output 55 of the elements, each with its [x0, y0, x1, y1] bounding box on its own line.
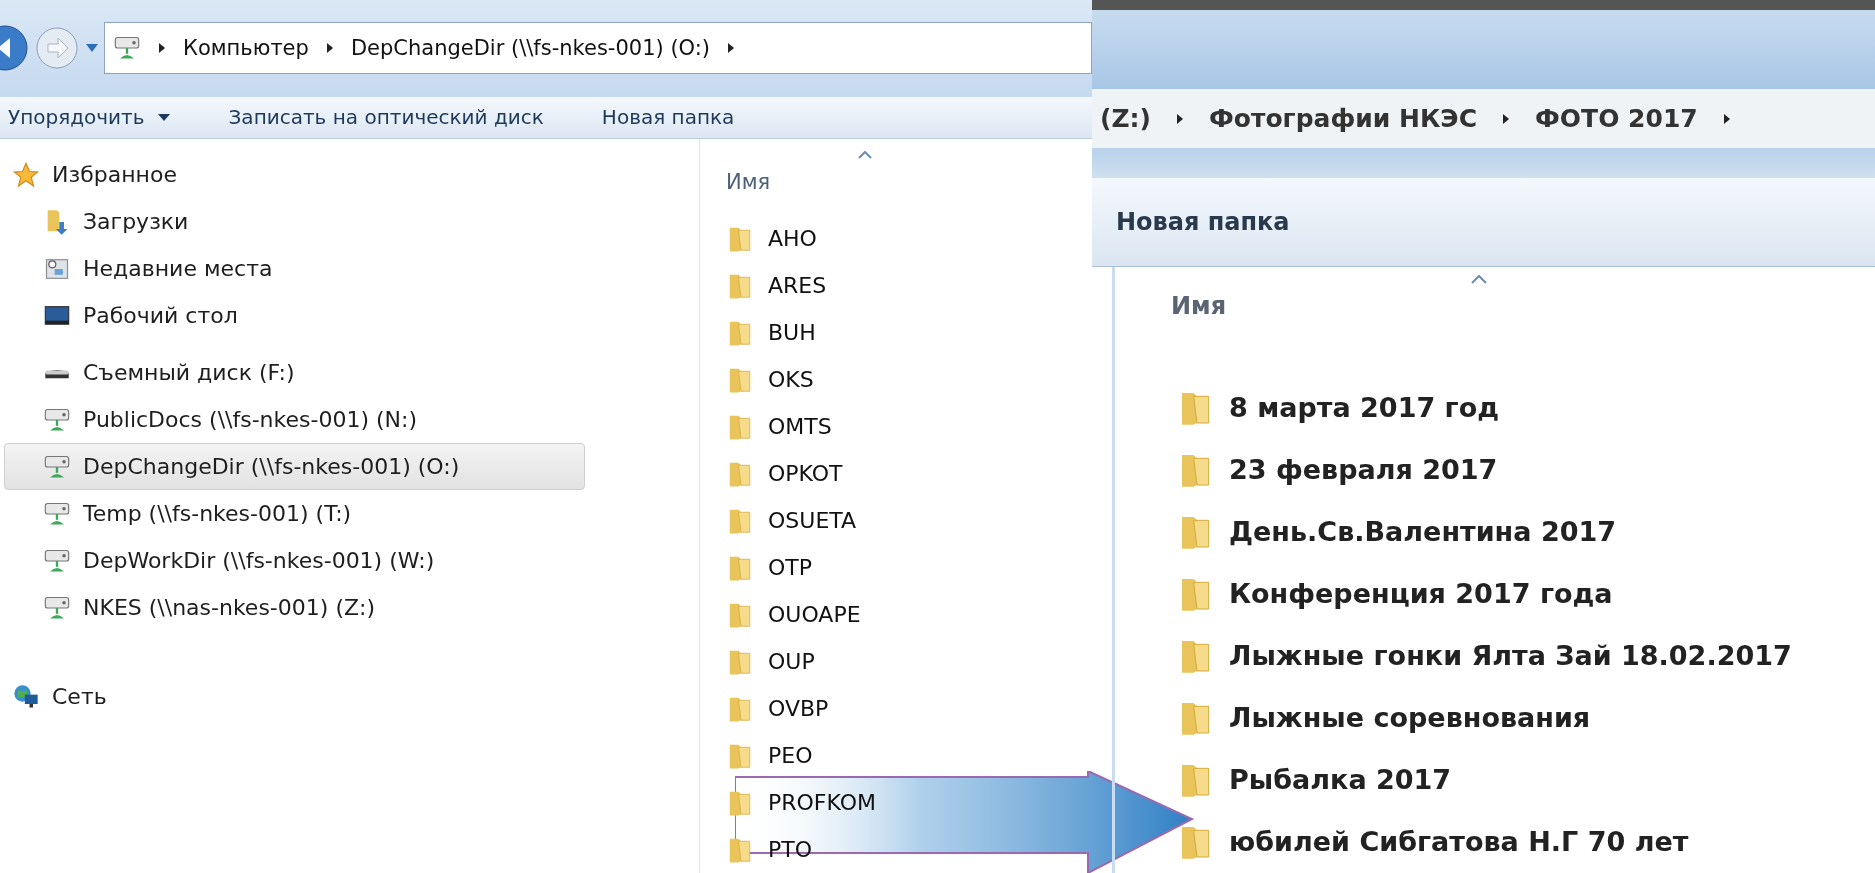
folder-name[interactable]: Конференция 2017 года — [1229, 573, 1613, 615]
folder-name[interactable]: ARES — [768, 269, 827, 302]
sidebar-item[interactable]: Избранное — [4, 151, 585, 198]
folder-name[interactable]: OUOAPE — [768, 598, 861, 631]
sidebar-item[interactable]: NKES (\\nas-nkes-001) (Z:) — [4, 584, 585, 631]
back-button-icon[interactable] — [0, 23, 30, 74]
folder-name[interactable]: OSUETA — [768, 504, 857, 537]
star-icon — [12, 160, 40, 189]
folder-name[interactable]: PROFKOM — [768, 786, 877, 819]
folder-name[interactable]: OKS — [768, 363, 814, 396]
folder-name[interactable]: OUP — [768, 645, 815, 678]
breadcrumb-item[interactable]: Фотографии НКЭС — [1209, 100, 1478, 138]
folder-name[interactable]: Лыжные гонки Ялта Зай 18.02.2017 — [1229, 635, 1792, 677]
folder-name[interactable]: 23 февраля 2017 — [1229, 449, 1498, 491]
network-icon — [12, 682, 40, 711]
sidebar-item[interactable]: Сеть — [4, 673, 585, 720]
sidebar-item[interactable]: DepChangeDir (\\fs-nkes-001) (O:) — [4, 443, 585, 490]
folder-name[interactable]: OTP — [768, 551, 813, 584]
address-field[interactable]: (Z:) Фотографии НКЭС ФОТО 2017 — [1092, 89, 1875, 149]
folder-name[interactable]: Рыбалка 2017 — [1229, 759, 1452, 801]
folder-name[interactable]: Лыжные соревнования — [1229, 697, 1591, 739]
folder-name[interactable]: BUH — [768, 316, 816, 349]
breadcrumb-arrow-icon — [1175, 112, 1185, 125]
sidebar-item[interactable]: Съемный диск (F:) — [4, 349, 585, 396]
toolbar-button[interactable]: Новая папка — [1116, 204, 1290, 241]
breadcrumb-arrow-icon — [324, 42, 335, 55]
folder-name[interactable]: PEO — [768, 739, 813, 772]
breadcrumb-item[interactable]: ФОТО 2017 — [1535, 100, 1698, 138]
sidebar-item[interactable]: Загрузки — [4, 198, 585, 245]
breadcrumb-arrow-icon — [157, 42, 167, 55]
sidebar-item[interactable]: Недавние места — [4, 245, 585, 292]
folder-name[interactable]: юбилей Сибгатова Н.Г 70 лет — [1229, 821, 1689, 863]
folder-name[interactable]: AHO — [768, 222, 817, 255]
breadcrumb-arrow-icon — [1721, 112, 1732, 125]
folder-name[interactable]: OMTS — [768, 410, 832, 443]
sidebar-item[interactable]: PublicDocs (\\fs-nkes-001) (N:) — [4, 396, 585, 443]
folder-name[interactable]: День.Св.Валентина 2017 — [1229, 511, 1617, 553]
breadcrumb-item[interactable]: (Z:) — [1100, 100, 1151, 138]
sort-up-icon — [858, 151, 872, 159]
breadcrumb-item[interactable]: Компьютер — [183, 32, 309, 64]
toolbar-button[interactable]: Упорядочить — [8, 102, 171, 133]
breadcrumb-item[interactable]: DepChangeDir (\\fs-nkes-001) (O:) — [350, 32, 710, 64]
folder-name[interactable]: 8 марта 2017 год — [1229, 387, 1500, 429]
toolbar-button[interactable]: Записать на оптический диск — [228, 102, 544, 133]
breadcrumb-arrow-icon — [726, 42, 736, 55]
column-header[interactable]: Имя — [1171, 288, 1875, 324]
column-header[interactable]: Имя — [726, 155, 771, 199]
folder-name[interactable]: OPKOT — [768, 457, 843, 490]
address-field[interactable]: Компьютер DepChangeDir (\\fs-nkes-001) (O:) — [104, 22, 1092, 75]
sidebar-item[interactable]: Temp (\\fs-nkes-001) (T:) — [4, 490, 585, 537]
sidebar-item[interactable]: Рабочий стол — [4, 292, 585, 339]
toolbar-button[interactable]: Новая папка — [601, 102, 735, 133]
folder-name[interactable]: OVBP — [768, 692, 829, 725]
sort-up-icon — [1471, 275, 1487, 284]
sidebar-item[interactable]: DepWorkDir (\\fs-nkes-001) (W:) — [4, 537, 585, 584]
